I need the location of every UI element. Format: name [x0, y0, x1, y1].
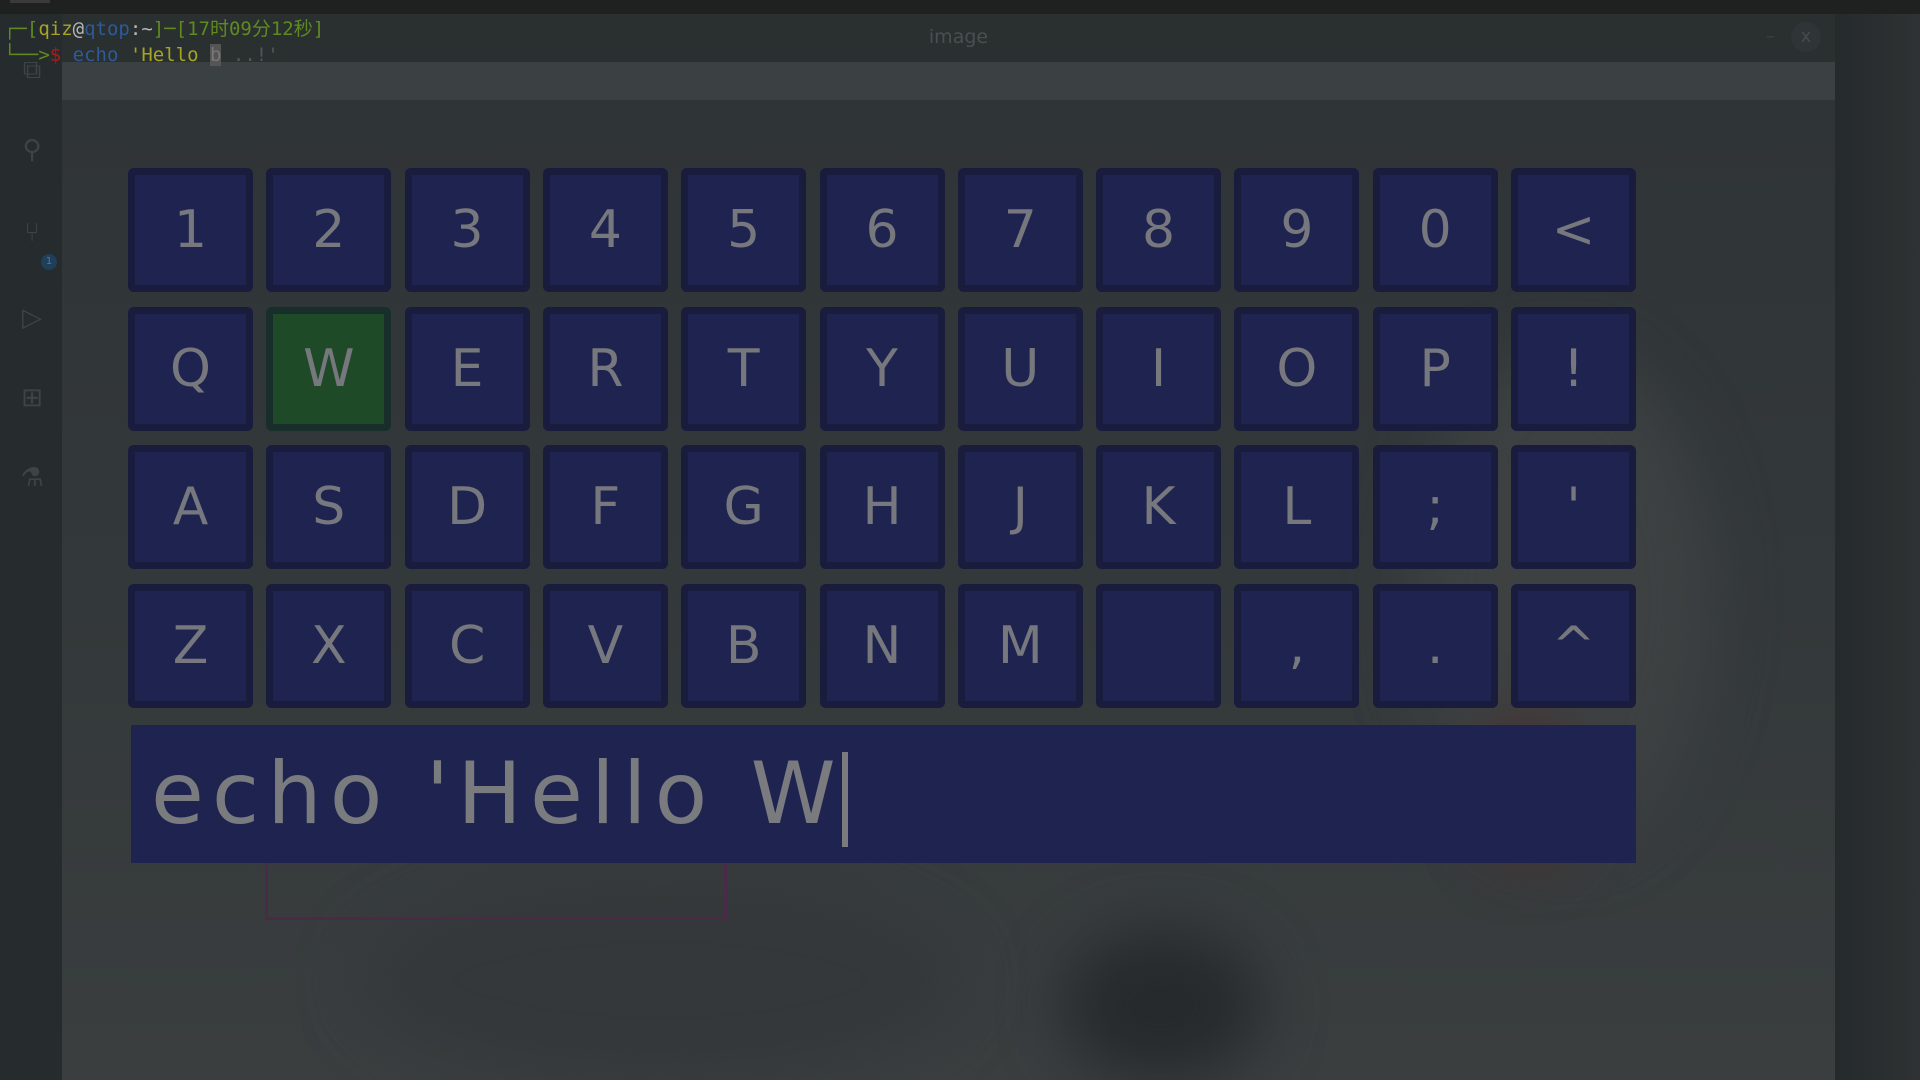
close-button[interactable]: x — [1791, 22, 1821, 52]
typed-text: echo 'Hello W — [151, 744, 844, 844]
key[interactable]: N — [819, 583, 945, 708]
key[interactable]: Y — [819, 306, 945, 431]
run-debug-icon[interactable]: ▷ — [18, 304, 46, 332]
top-tab[interactable] — [10, 0, 50, 3]
key[interactable]: S — [266, 445, 392, 569]
key[interactable]: L — [1234, 445, 1360, 569]
term-host: qtop — [84, 18, 130, 40]
activity-bar: ⧉ ⚲ ⑂ 1 ▷ ⊞ ⚗ — [0, 14, 62, 1080]
key[interactable]: 9 — [1234, 168, 1360, 292]
term-arg: 'Hello — [129, 44, 199, 66]
key[interactable]: X — [266, 583, 392, 708]
key[interactable]: M — [957, 583, 1083, 708]
key[interactable]: ; — [1372, 445, 1498, 569]
key[interactable]: P — [1372, 306, 1498, 431]
term-bracket: ]─[ — [152, 18, 188, 40]
key[interactable]: F — [542, 445, 668, 569]
key[interactable]: 4 — [542, 168, 668, 292]
key[interactable]: Z — [128, 583, 253, 708]
key[interactable]: 5 — [681, 168, 807, 292]
testing-icon[interactable]: ⚗ — [18, 464, 46, 492]
terminal-line-1: ┌─[qiz@qtop:~]─[17时09分12秒] — [4, 16, 324, 42]
terminal-output: ┌─[qiz@qtop:~]─[17时09分12秒] └──>$ echo 'He… — [4, 16, 324, 68]
key[interactable]: E — [404, 306, 530, 431]
image-toolbar — [62, 62, 1835, 100]
source-control-badge: 1 — [41, 254, 57, 270]
key[interactable]: C — [404, 583, 530, 708]
source-control-icon[interactable]: ⑂ — [18, 219, 46, 247]
key[interactable]: . — [1372, 583, 1498, 708]
term-prompt: $ — [49, 44, 62, 66]
key[interactable]: 2 — [266, 168, 392, 292]
term-at: @ — [72, 18, 85, 40]
term-bracket: ┌─[ — [4, 18, 39, 40]
top-bar — [0, 0, 1920, 14]
key[interactable]: 7 — [957, 168, 1083, 292]
minimize-button[interactable]: – — [1766, 26, 1775, 47]
term-time: 17时09分12秒 — [187, 18, 313, 40]
key[interactable]: 8 — [1096, 168, 1222, 292]
term-path: :~ — [129, 18, 153, 40]
key[interactable]: H — [819, 445, 945, 569]
key[interactable]: 6 — [819, 168, 945, 292]
term-autosuggest: ..!' — [221, 44, 279, 66]
key[interactable]: O — [1234, 306, 1360, 431]
typed-text-field[interactable]: echo 'Hello W — [131, 725, 1636, 863]
key[interactable]: 3 — [404, 168, 530, 292]
key[interactable]: ' — [1511, 445, 1636, 569]
term-arrow: └──> — [4, 44, 50, 66]
text-caret — [841, 752, 848, 848]
key[interactable]: T — [681, 306, 807, 431]
key[interactable]: G — [681, 445, 807, 569]
key[interactable]: K — [1096, 445, 1222, 569]
key[interactable]: 1 — [128, 168, 253, 292]
term-cursor: b — [209, 44, 222, 66]
search-icon[interactable]: ⚲ — [18, 136, 46, 164]
key[interactable]: B — [681, 583, 807, 708]
key[interactable]: 0 — [1372, 168, 1498, 292]
key[interactable]: < — [1511, 168, 1636, 292]
key[interactable]: U — [957, 306, 1083, 431]
key[interactable]: D — [404, 445, 530, 569]
key[interactable]: A — [128, 445, 253, 569]
key-space[interactable] — [1096, 583, 1222, 708]
key[interactable]: ^ — [1511, 583, 1636, 708]
right-pane — [1835, 14, 1920, 1080]
key[interactable]: , — [1234, 583, 1360, 708]
window-title: image — [928, 26, 989, 48]
terminal-line-2: └──>$ echo 'Hello b ..!' — [4, 42, 324, 68]
key[interactable]: ! — [1511, 306, 1636, 431]
term-user: qiz — [38, 18, 73, 40]
image-window-titlebar: image – x — [62, 14, 1835, 62]
key[interactable]: I — [1096, 306, 1222, 431]
key[interactable]: R — [542, 306, 668, 431]
extensions-icon[interactable]: ⊞ — [18, 384, 46, 412]
term-bracket: ] — [312, 18, 325, 40]
key[interactable]: W — [266, 306, 392, 431]
key[interactable]: Q — [128, 306, 253, 431]
key[interactable]: J — [957, 445, 1083, 569]
term-command: echo — [72, 44, 119, 66]
key[interactable]: V — [542, 583, 668, 708]
